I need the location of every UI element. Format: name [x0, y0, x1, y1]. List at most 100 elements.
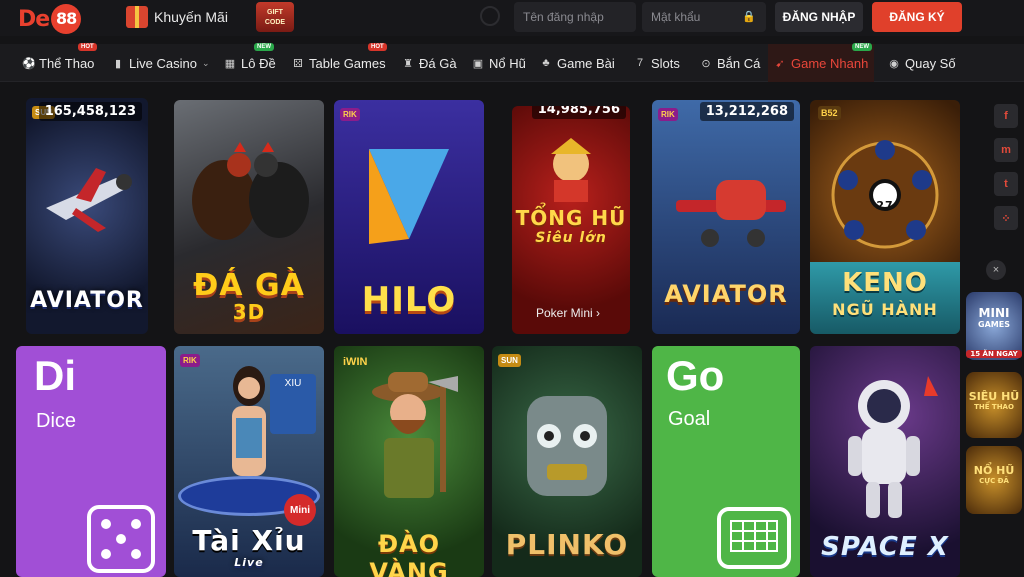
gift-icon	[126, 6, 148, 28]
brand-badge: RIK	[658, 108, 678, 121]
nav-item-quay-so[interactable]: ◉ Quay Số	[888, 44, 956, 82]
main-nav: ⚽ Thể Thao HOT ▮ Live Casino ⌄ ▦ Lô Đề N…	[0, 43, 1024, 82]
rooster-icon: ♜	[403, 57, 413, 70]
dice-icon: ⚄	[293, 57, 303, 70]
slot-jar-icon: ▣	[472, 57, 484, 70]
username-input[interactable]	[514, 2, 636, 32]
hot-badge: HOT	[368, 43, 387, 51]
nav-label: Đá Gà	[419, 55, 457, 71]
brand-badge: B52	[818, 106, 841, 120]
game-subtitle: NGŨ HÀNH	[832, 300, 938, 319]
nav-item-live-casino[interactable]: ▮ Live Casino ⌄	[112, 44, 210, 82]
game-card-dao-vang[interactable]: iWIN ĐÀO VÀNG	[334, 346, 484, 577]
dice-icon	[87, 505, 155, 573]
lottery-icon: ▦	[224, 57, 236, 70]
game-card-tai-xiu[interactable]: RIK XIU Mini Tài Xỉu Live	[174, 346, 324, 577]
more-apps-icon[interactable]: ⁘	[994, 206, 1018, 230]
poker-mini-link[interactable]: Poker Mini ›	[536, 306, 600, 320]
lock-icon: 🔒	[742, 11, 756, 23]
jackpot-amount: 165,458,123	[38, 102, 142, 121]
promo-title: SIÊU HŨ	[968, 390, 1020, 403]
nav-label: Nổ Hũ	[489, 55, 526, 71]
logo-text: De	[18, 6, 50, 32]
mini-badge: Mini	[284, 494, 316, 526]
promo-link[interactable]: Khuyến Mãi	[126, 4, 228, 30]
no-hu-cuc-da-promo[interactable]: NỔ HŨ CỰC ĐÃ	[966, 446, 1022, 514]
soccer-icon: ⚽	[22, 57, 36, 70]
game-card-space-x[interactable]: SPACE X	[810, 346, 960, 577]
mini-games-promo[interactable]: MINI GAMES 15 ĂN NGAY	[966, 292, 1022, 360]
game-card-da-ga[interactable]: ĐÁ GÀ 3D	[174, 100, 324, 334]
ball-icon: ◉	[889, 57, 899, 70]
nav-item-the-thao[interactable]: ⚽ Thể Thao HOT	[22, 43, 97, 82]
game-card-hilo[interactable]: RIK HILO	[334, 100, 484, 334]
register-button[interactable]: ĐĂNG KÝ	[872, 2, 962, 32]
goal-net-icon	[717, 507, 791, 569]
plane-illustration	[46, 168, 132, 232]
brand-badge: RIK	[340, 108, 360, 121]
telegram-icon[interactable]: t	[994, 172, 1018, 196]
game-title: AVIATOR	[30, 288, 144, 313]
nav-item-da-ga[interactable]: ♜ Đá Gà	[402, 44, 457, 82]
game-title: KENO	[842, 268, 928, 298]
nav-item-no-hu[interactable]: ▣ Nổ Hũ	[472, 44, 526, 82]
nav-item-ban-ca[interactable]: ⊙ Bắn Cá	[700, 44, 760, 82]
promo-subtitle: THỂ THAO	[974, 403, 1014, 411]
promo-tag: 15 ĂN NGAY	[966, 350, 1022, 358]
nav-item-game-nhanh[interactable]: ➹ Game Nhanh NEW	[768, 43, 875, 82]
target-icon: ⊙	[701, 57, 711, 70]
game-short-label: Di	[34, 352, 76, 399]
game-title: SPACE X	[821, 532, 949, 562]
nav-label: Bắn Cá	[717, 55, 761, 71]
miner-illustration	[372, 372, 458, 498]
club-icon: ♣	[542, 57, 550, 69]
jackpot-amount: 14,985,756	[531, 106, 626, 119]
dealer-illustration	[232, 366, 266, 476]
game-title: TỔNG HŨ	[515, 206, 627, 230]
messenger-icon[interactable]: m	[994, 138, 1018, 162]
site-logo[interactable]: De 88	[18, 4, 82, 34]
top-bar: De 88 Khuyến Mãi GIFT CODE 🔒 ĐĂNG NHẬP Đ…	[0, 0, 1024, 36]
game-card-dice[interactable]: Di Dice	[16, 346, 166, 577]
promo-title: MINI	[978, 306, 1010, 320]
hilo-logo-illustration	[369, 149, 449, 244]
game-title: Tài Xỉu	[192, 524, 306, 557]
game-subtitle: 3D	[232, 300, 266, 324]
rooster-illustration	[192, 142, 309, 240]
game-card-plinko[interactable]: SUN PLINKO	[492, 346, 642, 577]
nav-label: Quay Số	[905, 55, 956, 71]
sieu-hu-the-thao-promo[interactable]: SIÊU HŨ THỂ THAO	[966, 372, 1022, 438]
nav-label: Game Nhanh	[791, 55, 869, 71]
game-short-label: Go	[666, 352, 725, 399]
facebook-icon[interactable]: f	[994, 104, 1018, 128]
nav-label: Live Casino	[129, 55, 197, 71]
promo-subtitle: GAMES	[978, 320, 1010, 329]
new-badge: NEW	[254, 43, 274, 51]
nav-label: Table Games	[309, 55, 386, 71]
nav-label: Lô Đề	[241, 55, 276, 71]
nav-item-table-games[interactable]: ⚄ Table Games HOT	[292, 43, 387, 82]
god-of-wealth-illustration	[551, 138, 591, 202]
game-card-tong-hu[interactable]: 14,985,756 TỔNG HŨ Siêu lớn Poker Mini ›	[512, 106, 630, 334]
game-card-aviator-rik[interactable]: RIK 13,212,268 AVIATOR	[652, 100, 800, 334]
game-card-aviator[interactable]: SUN 165,458,123 AVIATOR	[26, 98, 148, 334]
game-title: Goal	[668, 408, 711, 430]
promo-subtitle: CỰC ĐÃ	[979, 477, 1009, 485]
brand-badge: SUN	[498, 354, 521, 367]
nav-item-game-bai[interactable]: ♣ Game Bài	[540, 44, 614, 82]
rocket-icon: ➹	[775, 57, 785, 70]
nav-item-slots[interactable]: 7 Slots	[634, 44, 680, 82]
cards-icon: ▮	[114, 57, 122, 70]
gift-code-button[interactable]: GIFT CODE	[256, 2, 294, 32]
game-grid: SUN 165,458,123 AVIATOR ĐÁ GÀ 3D RIK HIL…	[0, 82, 1024, 577]
nav-item-lo-de[interactable]: ▦ Lô Đề NEW	[224, 43, 276, 82]
close-icon[interactable]: ×	[986, 260, 1006, 280]
game-card-keno[interactable]: B52 27 KENO NGŨ HÀNH	[810, 100, 960, 334]
aztec-mask-illustration	[527, 396, 607, 496]
plane-illustration	[676, 180, 786, 247]
game-card-goal[interactable]: Go Goal	[652, 346, 800, 577]
promo-label: Khuyến Mãi	[154, 9, 228, 25]
user-icon	[480, 6, 500, 26]
login-button[interactable]: ĐĂNG NHẬP	[775, 2, 863, 32]
astronaut-illustration	[848, 376, 938, 518]
